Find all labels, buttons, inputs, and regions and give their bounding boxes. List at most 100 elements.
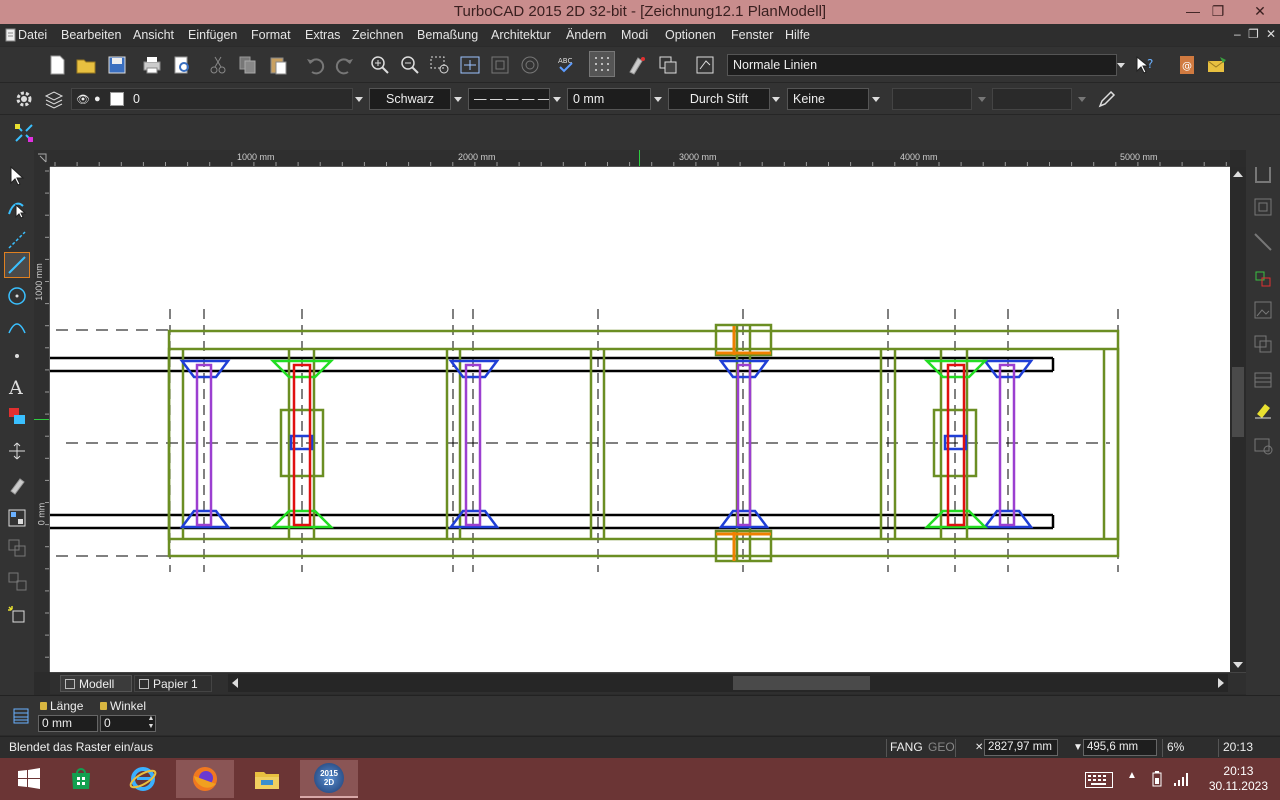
menu-bearbeiten[interactable]: Bearbeiten [61,28,121,42]
eraser-icon[interactable] [1250,397,1276,423]
battery-icon[interactable] [1150,770,1164,788]
mdi-minimize-button[interactable]: – [1234,27,1241,41]
pen-dropdown[interactable] [770,88,782,110]
scroll-up-icon[interactable] [1233,171,1243,177]
ungroup-icon[interactable] [4,568,30,594]
tray-clock[interactable]: 20:13 30.11.2023 [1209,764,1268,794]
length-input[interactable]: 0 mm [38,715,98,732]
zoom-extents-icon[interactable] [457,52,483,78]
zoom-page-icon[interactable] [487,52,513,78]
pen-combo[interactable]: Durch Stift [668,88,770,110]
turbocad-taskbar-icon[interactable]: 2015 2D [300,760,358,798]
fill-dropdown[interactable] [870,88,882,110]
fill-combo[interactable]: Keine [787,88,869,110]
layer-combo[interactable]: 👁 ● 0 [71,88,353,110]
linestyle-preset-dropdown[interactable] [1115,54,1127,76]
geo-indicator[interactable]: GEO [928,738,955,758]
menu-fenster[interactable]: Fenster [731,28,773,42]
arc-tool-icon[interactable] [4,313,30,339]
help-cursor-icon[interactable]: ? [1132,52,1158,78]
color-dropdown[interactable] [452,88,464,110]
undo-icon[interactable] [302,52,328,78]
layer-icon[interactable] [655,52,681,78]
menu-bemassung[interactable]: Bemaßung [417,28,478,42]
text-tool-icon[interactable]: A [4,373,30,399]
document-icon[interactable] [4,28,18,42]
menu-datei[interactable]: Datei [18,28,47,42]
drawing-canvas[interactable] [50,167,1230,672]
gear-icon[interactable] [11,86,37,112]
scroll-right-icon[interactable] [1218,678,1224,688]
zoom-out-icon[interactable] [397,52,423,78]
linetype-combo[interactable]: — — — — — [468,88,550,110]
menu-format[interactable]: Format [251,28,291,42]
horizontal-scrollbar[interactable] [228,674,1228,692]
paste-icon[interactable] [265,52,291,78]
open-folder-icon[interactable] [73,52,99,78]
layer-snap-icon[interactable] [1250,266,1276,292]
color-combo[interactable]: Schwarz [369,88,451,110]
block-insert-icon[interactable] [4,505,30,531]
menu-extras[interactable]: Extras [305,28,340,42]
visibility-eye-icon[interactable]: 👁 [76,90,90,109]
zoom-in-icon[interactable] [367,52,393,78]
maximize-button[interactable]: ❐ [1201,0,1235,24]
vertical-scroll-thumb[interactable] [1232,367,1244,437]
cut-icon[interactable] [205,52,231,78]
menu-architektur[interactable]: Architektur [491,28,551,42]
layer-dropdown[interactable] [353,88,365,110]
zoom-previous-icon[interactable] [517,52,543,78]
angle-spinner[interactable]: ▲ ▼ [146,715,156,732]
properties-icon[interactable] [692,52,718,78]
scroll-left-icon[interactable] [232,678,238,688]
tray-chevron-icon[interactable]: ▲ [1127,770,1137,781]
group-icon[interactable] [4,535,30,561]
trim-icon[interactable] [1250,229,1276,255]
mdi-close-button[interactable]: ✕ [1266,27,1276,41]
redo-icon[interactable] [332,52,358,78]
vertical-scrollbar[interactable] [1230,167,1246,672]
menu-einfuegen[interactable]: Einfügen [188,28,237,42]
angle-lock-icon[interactable] [100,702,107,710]
length-lock-icon[interactable] [40,702,47,710]
edit-node-icon[interactable] [4,195,30,221]
print-preview-icon[interactable] [169,52,195,78]
select-arrow-icon[interactable] [4,163,30,189]
signal-icon[interactable] [1172,770,1190,788]
pen-tool-icon[interactable] [1094,86,1120,112]
zoom-window-icon[interactable] [427,52,453,78]
menu-modi[interactable]: Modi [621,28,648,42]
lock-icon[interactable]: ● [94,89,101,109]
linestyle-preset-combo[interactable]: Normale Linien [727,54,1117,76]
menu-zeichnen[interactable]: Zeichnen [352,28,403,42]
windows-start-icon[interactable] [0,760,58,798]
linetype-dropdown[interactable] [551,88,563,110]
dimension-tool-icon[interactable] [4,438,30,464]
menu-hilfe[interactable]: Hilfe [785,28,810,42]
point-tool-icon[interactable] [4,343,30,369]
horizontal-scroll-thumb[interactable] [733,676,870,690]
close-button[interactable]: ✕ [1240,0,1280,24]
inspector-menu-icon[interactable] [8,703,34,729]
snap-modes-icon[interactable] [11,120,37,146]
line-tool-icon[interactable] [4,252,30,278]
offset-icon[interactable] [1250,194,1276,220]
render-icon[interactable] [1250,432,1276,458]
menu-aendern[interactable]: Ändern [566,28,606,42]
new-file-icon[interactable] [44,52,70,78]
tab-modell[interactable]: Modell [60,675,132,692]
explode-icon[interactable] [4,602,30,628]
scroll-down-icon[interactable] [1233,662,1243,668]
layer-manager-icon[interactable] [41,86,67,112]
file-explorer-icon[interactable] [238,760,296,798]
keyboard-icon[interactable] [1085,772,1113,788]
menu-optionen[interactable]: Optionen [665,28,716,42]
store-icon[interactable] [52,760,110,798]
print-icon[interactable] [139,52,165,78]
modify-tool-icon[interactable] [4,473,30,499]
grid-toggle-icon[interactable] [589,51,615,77]
hatch-fill-icon[interactable] [4,403,30,429]
image-icon[interactable] [1250,297,1276,323]
linewidth-combo[interactable]: 0 mm [567,88,651,110]
firefox-icon[interactable] [176,760,234,798]
